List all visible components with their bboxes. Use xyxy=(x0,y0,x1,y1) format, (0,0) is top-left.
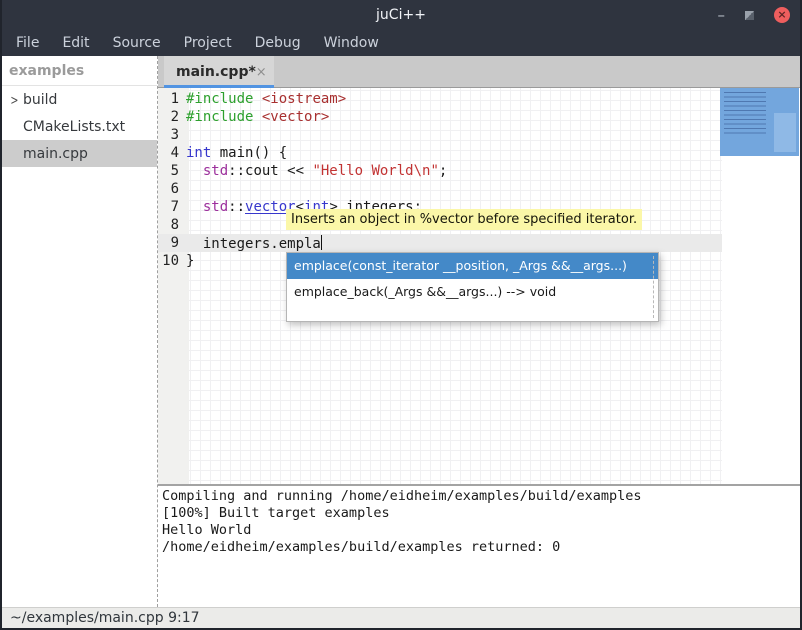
code-segment: :: xyxy=(228,199,245,215)
code-text: } xyxy=(184,253,194,269)
code-text: #include <iostream> xyxy=(184,91,346,107)
file-tree-sidebar: examples >build CMakeLists.txt main.cpp xyxy=(2,56,158,607)
code-segment: } xyxy=(186,253,194,269)
app-window: juCi++ – × File Edit Source Project Debug Win… xyxy=(0,0,802,630)
code-line-3: 3 xyxy=(158,126,722,144)
code-line-9: 9 integers.empla xyxy=(158,234,722,252)
project-name-label: examples xyxy=(2,56,157,85)
code-segment: ::cout << xyxy=(228,163,312,179)
code-line-2: 2#include <vector> xyxy=(158,108,722,126)
code-line-4: 4int main() { xyxy=(158,144,722,162)
tab-main-cpp[interactable]: main.cpp* × xyxy=(164,56,274,88)
doc-tooltip: Inserts an object in %vector before spec… xyxy=(286,209,642,230)
autocomplete-item[interactable]: emplace_back(_Args &&__args...) --> void xyxy=(287,279,658,305)
terminal-line: /home/eidheim/examples/build/examples re… xyxy=(162,539,800,556)
line-number: 5 xyxy=(158,163,184,179)
code-editor[interactable]: 1#include <iostream>2#include <vector>34… xyxy=(158,88,800,484)
build-output-terminal[interactable]: Compiling and running /home/eidheim/exam… xyxy=(158,486,800,607)
file-label: build xyxy=(23,92,57,108)
line-number: 2 xyxy=(158,109,184,125)
main-area: examples >build CMakeLists.txt main.cpp ma… xyxy=(2,56,800,607)
close-icon[interactable]: × xyxy=(774,7,790,23)
code-text: integers.empla xyxy=(184,235,322,252)
autocomplete-popup: emplace(const_iterator __position, _Args… xyxy=(286,252,659,322)
code-segment: int xyxy=(186,145,211,161)
code-line-6: 6 xyxy=(158,180,722,198)
code-segment: #include xyxy=(186,91,253,107)
menu-item-window[interactable]: Window xyxy=(320,33,383,53)
menu-item-file[interactable]: File xyxy=(12,33,43,53)
line-number: 6 xyxy=(158,181,184,197)
code-segment: <vector> xyxy=(262,109,329,125)
line-number: 9 xyxy=(158,235,184,251)
terminal-line: Compiling and running /home/eidheim/exam… xyxy=(162,488,800,505)
code-segment: <iostream> xyxy=(262,91,346,107)
code-segment: std xyxy=(203,163,228,179)
menu-item-edit[interactable]: Edit xyxy=(58,33,93,53)
tab-bar: main.cpp* × xyxy=(158,56,800,88)
code-segment: ; xyxy=(439,163,447,179)
menu-item-project[interactable]: Project xyxy=(180,33,236,53)
sidebar-item-main-cpp[interactable]: main.cpp xyxy=(2,140,157,167)
code-segment: std xyxy=(203,199,228,215)
code-segment xyxy=(253,109,261,125)
terminal-line: [100%] Built target examples xyxy=(162,505,800,522)
chevron-right-icon[interactable]: > xyxy=(10,92,21,107)
file-label: CMakeLists.txt xyxy=(23,119,125,135)
line-number: 3 xyxy=(158,127,184,143)
menu-item-debug[interactable]: Debug xyxy=(251,33,305,53)
minimap[interactable] xyxy=(720,88,799,156)
code-segment: integers.empla xyxy=(186,236,321,252)
code-segment: "Hello World\n" xyxy=(312,163,438,179)
code-text: int main() { xyxy=(184,145,287,161)
line-number: 4 xyxy=(158,145,184,161)
text-cursor xyxy=(321,235,323,250)
minimap-viewport[interactable] xyxy=(774,113,796,152)
code-segment xyxy=(186,199,203,215)
code-line-1: 1#include <iostream> xyxy=(158,90,722,108)
tab-label: main.cpp* xyxy=(164,64,256,80)
window-controls: – × xyxy=(718,0,791,30)
code-lines: 1#include <iostream>2#include <vector>34… xyxy=(158,88,800,270)
line-number: 10 xyxy=(158,253,184,269)
tab-close-icon[interactable]: × xyxy=(256,65,267,80)
code-line-5: 5 std::cout << "Hello World\n"; xyxy=(158,162,722,180)
menu-bar: File Edit Source Project Debug Window xyxy=(2,30,800,56)
terminal-line: Hello World xyxy=(162,522,800,539)
autocomplete-item[interactable]: emplace(const_iterator __position, _Args… xyxy=(287,253,658,279)
code-segment: #include xyxy=(186,109,253,125)
sidebar-item-cmakelists-txt[interactable]: CMakeLists.txt xyxy=(2,113,157,140)
minimize-icon[interactable]: – xyxy=(718,10,726,20)
minimap-code-preview xyxy=(724,92,766,136)
sidebar-item-build[interactable]: >build xyxy=(2,86,157,113)
file-tree: >build CMakeLists.txt main.cpp xyxy=(2,86,157,167)
code-segment xyxy=(253,91,261,107)
line-number: 7 xyxy=(158,199,184,215)
editor-column: main.cpp* × 1#include <iostream>2#includ… xyxy=(158,56,800,607)
line-number: 8 xyxy=(158,217,184,233)
restore-icon[interactable] xyxy=(745,11,754,20)
status-file-position: ~/examples/main.cpp 9:17 xyxy=(10,610,200,626)
autocomplete-scrollbar[interactable] xyxy=(653,256,654,318)
menu-item-source[interactable]: Source xyxy=(109,33,165,53)
code-segment: main() { xyxy=(211,145,287,161)
line-number: 1 xyxy=(158,91,184,107)
status-bar: ~/examples/main.cpp 9:17 xyxy=(2,607,800,628)
code-text: #include <vector> xyxy=(184,109,329,125)
file-label: main.cpp xyxy=(23,146,88,162)
code-segment xyxy=(186,163,203,179)
code-text: std::cout << "Hello World\n"; xyxy=(184,163,447,179)
title-bar[interactable]: juCi++ – × xyxy=(2,0,800,30)
window-title: juCi++ xyxy=(376,7,426,23)
